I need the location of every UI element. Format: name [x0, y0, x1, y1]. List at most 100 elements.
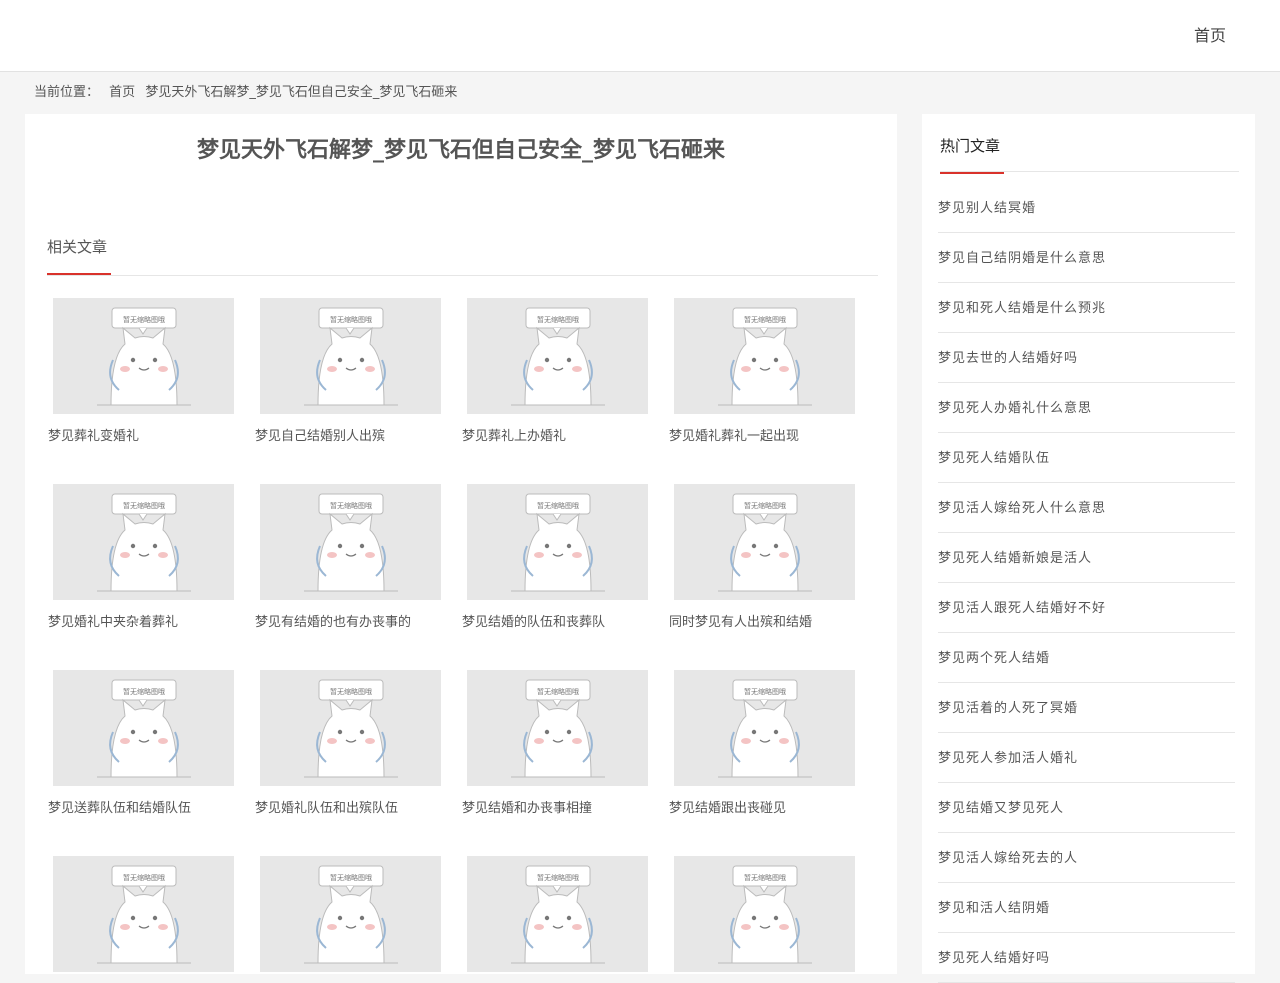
- related-card[interactable]: 暂无缩略图哦: [260, 856, 441, 972]
- placeholder-thumbnail[interactable]: 暂无缩略图哦: [467, 484, 648, 600]
- placeholder-caption: 暂无缩略图哦: [123, 315, 165, 324]
- related-card-title[interactable]: 梦见婚礼队伍和出殡队伍: [255, 797, 455, 816]
- related-card-title[interactable]: 梦见婚礼中夹杂着葬礼: [48, 611, 248, 630]
- placeholder-thumbnail[interactable]: 暂无缩略图哦: [467, 298, 648, 414]
- cat-placeholder-icon: 暂无缩略图哦: [718, 493, 812, 592]
- placeholder-thumbnail[interactable]: 暂无缩略图哦: [260, 484, 441, 600]
- related-card[interactable]: 暂无缩略图哦 梦见葬礼上办婚礼: [462, 298, 648, 444]
- placeholder-caption: 暂无缩略图哦: [330, 687, 372, 696]
- placeholder-caption: 暂无缩略图哦: [744, 501, 786, 510]
- related-card-title[interactable]: 同时梦见有人出殡和结婚: [669, 611, 869, 630]
- related-card[interactable]: 暂无缩略图哦 梦见婚礼队伍和出殡队伍: [255, 670, 441, 816]
- placeholder-thumbnail[interactable]: 暂无缩略图哦: [467, 856, 648, 972]
- related-card-title[interactable]: 梦见有结婚的也有办丧事的: [255, 611, 455, 630]
- related-card[interactable]: 暂无缩略图哦 梦见有结婚的也有办丧事的: [255, 484, 441, 630]
- related-card-title[interactable]: 梦见结婚跟出丧碰见: [669, 797, 869, 816]
- hot-article-link[interactable]: 梦见自己结阴婚是什么意思: [938, 233, 1235, 283]
- hot-article-link[interactable]: 梦见和活人结阴婚: [938, 883, 1235, 933]
- related-heading: 相关文章: [47, 236, 111, 275]
- placeholder-thumbnail[interactable]: 暂无缩略图哦: [674, 670, 855, 786]
- related-card-title[interactable]: 梦见婚礼葬礼一起出现: [669, 425, 869, 444]
- placeholder-thumbnail[interactable]: 暂无缩略图哦: [674, 856, 855, 972]
- nav-home-link[interactable]: 首页: [1194, 22, 1226, 46]
- breadcrumb: 当前位置： 首页 梦见天外飞石解梦_梦见飞石但自己安全_梦见飞石砸来: [34, 81, 463, 100]
- related-card[interactable]: 暂无缩略图哦 梦见结婚跟出丧碰见: [669, 670, 855, 816]
- placeholder-thumbnail[interactable]: 暂无缩略图哦: [674, 298, 855, 414]
- cat-placeholder-icon: 暂无缩略图哦: [718, 307, 812, 406]
- breadcrumb-prefix: 当前位置：: [34, 85, 100, 100]
- placeholder-thumbnail[interactable]: 暂无缩略图哦: [53, 856, 234, 972]
- placeholder-caption: 暂无缩略图哦: [330, 315, 372, 324]
- related-section-header: 相关文章: [47, 232, 878, 276]
- related-card-title[interactable]: 梦见葬礼变婚礼: [48, 425, 248, 444]
- placeholder-thumbnail[interactable]: 暂无缩略图哦: [260, 856, 441, 972]
- hot-article-link[interactable]: 梦见活人嫁给死去的人: [938, 833, 1235, 883]
- placeholder-caption: 暂无缩略图哦: [537, 315, 579, 324]
- cat-placeholder-icon: 暂无缩略图哦: [718, 865, 812, 964]
- related-card[interactable]: 暂无缩略图哦: [674, 856, 855, 972]
- related-card[interactable]: 暂无缩略图哦 梦见结婚和办丧事相撞: [462, 670, 648, 816]
- hot-article-link[interactable]: 梦见活着的人死了冥婚: [938, 683, 1235, 733]
- related-card-title[interactable]: 梦见葬礼上办婚礼: [462, 425, 662, 444]
- related-card[interactable]: 暂无缩略图哦 同时梦见有人出殡和结婚: [669, 484, 855, 630]
- hot-article-link[interactable]: 梦见死人结婚队伍: [938, 433, 1235, 483]
- cat-placeholder-icon: 暂无缩略图哦: [511, 865, 605, 964]
- cat-placeholder-icon: 暂无缩略图哦: [718, 679, 812, 778]
- hot-section-header: 热门文章: [940, 132, 1239, 174]
- placeholder-thumbnail[interactable]: 暂无缩略图哦: [53, 670, 234, 786]
- placeholder-thumbnail[interactable]: 暂无缩略图哦: [53, 298, 234, 414]
- related-card[interactable]: 暂无缩略图哦 梦见葬礼变婚礼: [48, 298, 234, 444]
- cat-placeholder-icon: 暂无缩略图哦: [511, 679, 605, 778]
- placeholder-thumbnail[interactable]: 暂无缩略图哦: [53, 484, 234, 600]
- related-card-title[interactable]: 梦见送葬队伍和结婚队伍: [48, 797, 248, 816]
- hot-article-link[interactable]: 梦见活人跟死人结婚好不好: [938, 583, 1235, 633]
- hot-article-link[interactable]: 梦见别人结冥婚: [938, 183, 1235, 233]
- cat-placeholder-icon: 暂无缩略图哦: [97, 307, 191, 406]
- breadcrumb-current: 梦见天外飞石解梦_梦见飞石但自己安全_梦见飞石砸来: [145, 85, 458, 100]
- placeholder-caption: 暂无缩略图哦: [744, 873, 786, 882]
- hot-article-link[interactable]: 梦见两个死人结婚: [938, 633, 1235, 683]
- cat-placeholder-icon: 暂无缩略图哦: [511, 493, 605, 592]
- related-card[interactable]: 暂无缩略图哦 梦见自己结婚别人出殡: [255, 298, 441, 444]
- hot-heading: 热门文章: [940, 135, 1004, 174]
- breadcrumb-home-link[interactable]: 首页: [109, 85, 135, 100]
- cat-placeholder-icon: 暂无缩略图哦: [511, 307, 605, 406]
- hot-article-list: 梦见别人结冥婚 梦见自己结阴婚是什么意思 梦见和死人结婚是什么预兆 梦见去世的人结婚好…: [938, 183, 1235, 983]
- related-card[interactable]: 暂无缩略图哦 梦见婚礼中夹杂着葬礼: [48, 484, 234, 630]
- article-main: 梦见天外飞石解梦_梦见飞石但自己安全_梦见飞石砸来 相关文章 暂无缩略图哦 梦见葬…: [25, 114, 897, 974]
- related-card-title[interactable]: 梦见结婚的队伍和丧葬队: [462, 611, 662, 630]
- related-card-title[interactable]: 梦见自己结婚别人出殡: [255, 425, 455, 444]
- cat-placeholder-icon: 暂无缩略图哦: [97, 865, 191, 964]
- hot-article-link[interactable]: 梦见去世的人结婚好吗: [938, 333, 1235, 383]
- placeholder-caption: 暂无缩略图哦: [330, 501, 372, 510]
- related-card-title[interactable]: 梦见结婚和办丧事相撞: [462, 797, 662, 816]
- placeholder-caption: 暂无缩略图哦: [123, 687, 165, 696]
- related-card[interactable]: 暂无缩略图哦 梦见婚礼葬礼一起出现: [669, 298, 855, 444]
- cat-placeholder-icon: 暂无缩略图哦: [97, 679, 191, 778]
- hot-article-link[interactable]: 梦见死人结婚好吗: [938, 933, 1235, 983]
- hot-article-link[interactable]: 梦见死人办婚礼什么意思: [938, 383, 1235, 433]
- hot-article-link[interactable]: 梦见和死人结婚是什么预兆: [938, 283, 1235, 333]
- related-card[interactable]: 暂无缩略图哦 梦见结婚的队伍和丧葬队: [462, 484, 648, 630]
- related-card[interactable]: 暂无缩略图哦: [467, 856, 648, 972]
- placeholder-thumbnail[interactable]: 暂无缩略图哦: [260, 298, 441, 414]
- placeholder-thumbnail[interactable]: 暂无缩略图哦: [467, 670, 648, 786]
- related-card[interactable]: 暂无缩略图哦: [53, 856, 234, 972]
- cat-placeholder-icon: 暂无缩略图哦: [97, 493, 191, 592]
- placeholder-caption: 暂无缩略图哦: [537, 501, 579, 510]
- placeholder-caption: 暂无缩略图哦: [744, 687, 786, 696]
- cat-placeholder-icon: 暂无缩略图哦: [304, 493, 398, 592]
- placeholder-caption: 暂无缩略图哦: [330, 873, 372, 882]
- hot-article-link[interactable]: 梦见死人参加活人婚礼: [938, 733, 1235, 783]
- hot-article-link[interactable]: 梦见活人嫁给死人什么意思: [938, 483, 1235, 533]
- page-title: 梦见天外飞石解梦_梦见飞石但自己安全_梦见飞石砸来: [196, 138, 725, 163]
- placeholder-caption: 暂无缩略图哦: [537, 873, 579, 882]
- placeholder-caption: 暂无缩略图哦: [744, 315, 786, 324]
- placeholder-thumbnail[interactable]: 暂无缩略图哦: [260, 670, 441, 786]
- hot-article-link[interactable]: 梦见结婚又梦见死人: [938, 783, 1235, 833]
- placeholder-thumbnail[interactable]: 暂无缩略图哦: [674, 484, 855, 600]
- related-card[interactable]: 暂无缩略图哦 梦见送葬队伍和结婚队伍: [48, 670, 234, 816]
- sidebar: 热门文章 梦见别人结冥婚 梦见自己结阴婚是什么意思 梦见和死人结婚是什么预兆 梦见去世…: [922, 114, 1255, 983]
- cat-placeholder-icon: 暂无缩略图哦: [304, 679, 398, 778]
- hot-article-link[interactable]: 梦见死人结婚新娘是活人: [938, 533, 1235, 583]
